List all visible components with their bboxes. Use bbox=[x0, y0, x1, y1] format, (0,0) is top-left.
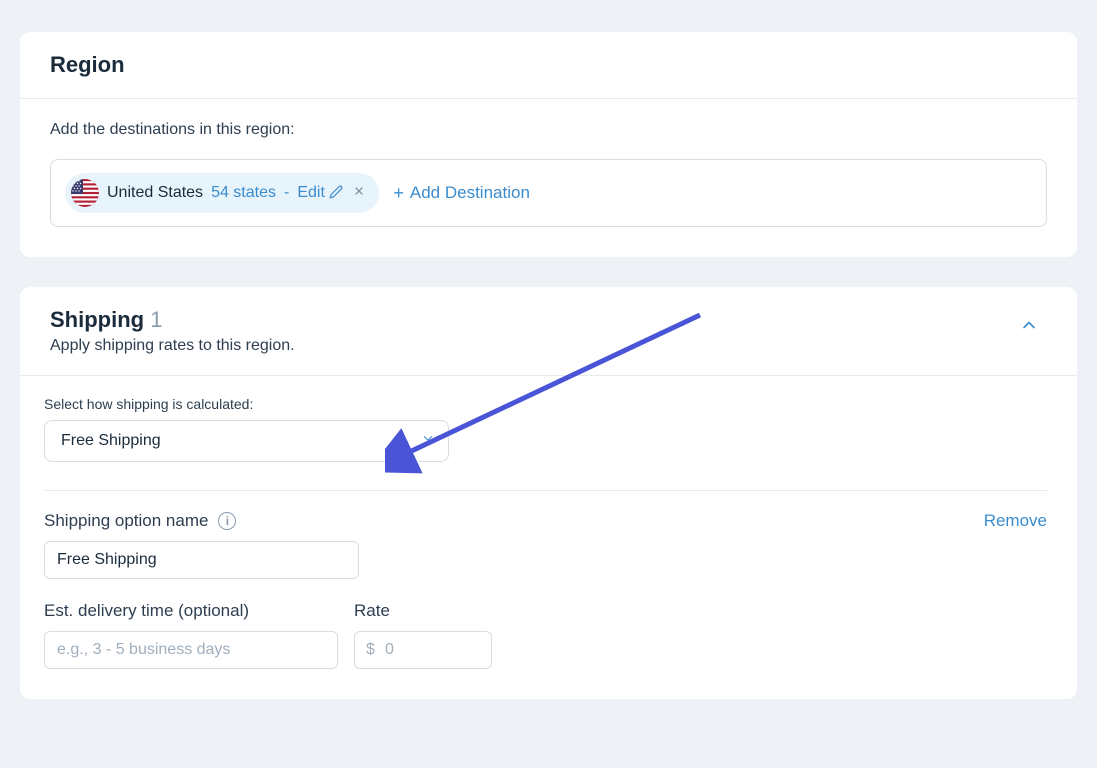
calc-method-label: Select how shipping is calculated: bbox=[44, 396, 1047, 412]
rate-input[interactable] bbox=[354, 631, 492, 669]
add-destination-label: Add Destination bbox=[410, 183, 530, 203]
destination-states-count[interactable]: 54 states bbox=[211, 184, 276, 202]
destination-country-name: United States bbox=[107, 184, 203, 202]
shipping-card-body: Select how shipping is calculated: Free … bbox=[20, 376, 1077, 699]
calc-method-select-wrapper: Free Shipping bbox=[44, 420, 449, 462]
pencil-icon bbox=[329, 184, 343, 201]
delivery-time-input[interactable] bbox=[44, 631, 338, 669]
delivery-label: Est. delivery time (optional) bbox=[44, 601, 338, 621]
shipping-card-header: Shipping 1 Apply shipping rates to this … bbox=[20, 287, 1077, 376]
region-card-header: Region bbox=[20, 32, 1077, 99]
delivery-rate-row: Est. delivery time (optional) Rate $ bbox=[44, 601, 1047, 669]
region-title: Region bbox=[50, 52, 1047, 78]
destination-dash: - bbox=[284, 184, 289, 202]
edit-label: Edit bbox=[297, 184, 325, 201]
collapse-toggle[interactable] bbox=[1011, 307, 1047, 348]
region-card: Region Add the destinations in this regi… bbox=[20, 32, 1077, 257]
destination-chip-us: United States 54 states - Edit bbox=[65, 173, 379, 213]
shipping-title: Shipping 1 bbox=[50, 307, 295, 333]
us-flag-icon bbox=[71, 179, 99, 207]
option-name-row: Shipping option name i Remove bbox=[44, 511, 1047, 531]
option-name-input[interactable] bbox=[44, 541, 359, 579]
chevron-up-icon bbox=[1019, 315, 1039, 335]
rate-label: Rate bbox=[354, 601, 492, 621]
shipping-card: Shipping 1 Apply shipping rates to this … bbox=[20, 287, 1077, 699]
option-name-label-text: Shipping option name bbox=[44, 511, 208, 531]
shipping-title-text: Shipping bbox=[50, 307, 144, 332]
add-destination-button[interactable]: + Add Destination bbox=[393, 183, 530, 203]
shipping-index: 1 bbox=[150, 307, 162, 332]
delivery-column: Est. delivery time (optional) bbox=[44, 601, 338, 669]
destination-edit-link[interactable]: Edit bbox=[297, 184, 343, 202]
info-icon[interactable]: i bbox=[218, 512, 236, 530]
calc-method-select[interactable]: Free Shipping bbox=[44, 420, 449, 462]
section-divider bbox=[44, 490, 1047, 491]
region-prompt: Add the destinations in this region: bbox=[50, 121, 1047, 139]
rate-column: Rate $ bbox=[354, 601, 492, 669]
region-card-body: Add the destinations in this region: bbox=[20, 99, 1077, 257]
option-name-label: Shipping option name i bbox=[44, 511, 236, 531]
destination-remove-icon[interactable] bbox=[351, 184, 367, 202]
plus-icon: + bbox=[393, 184, 404, 202]
shipping-subtitle: Apply shipping rates to this region. bbox=[50, 337, 295, 355]
shipping-heading-block: Shipping 1 Apply shipping rates to this … bbox=[50, 307, 295, 355]
remove-option-link[interactable]: Remove bbox=[984, 511, 1047, 531]
rate-input-wrapper: $ bbox=[354, 631, 492, 669]
destinations-container[interactable]: United States 54 states - Edit bbox=[50, 159, 1047, 227]
